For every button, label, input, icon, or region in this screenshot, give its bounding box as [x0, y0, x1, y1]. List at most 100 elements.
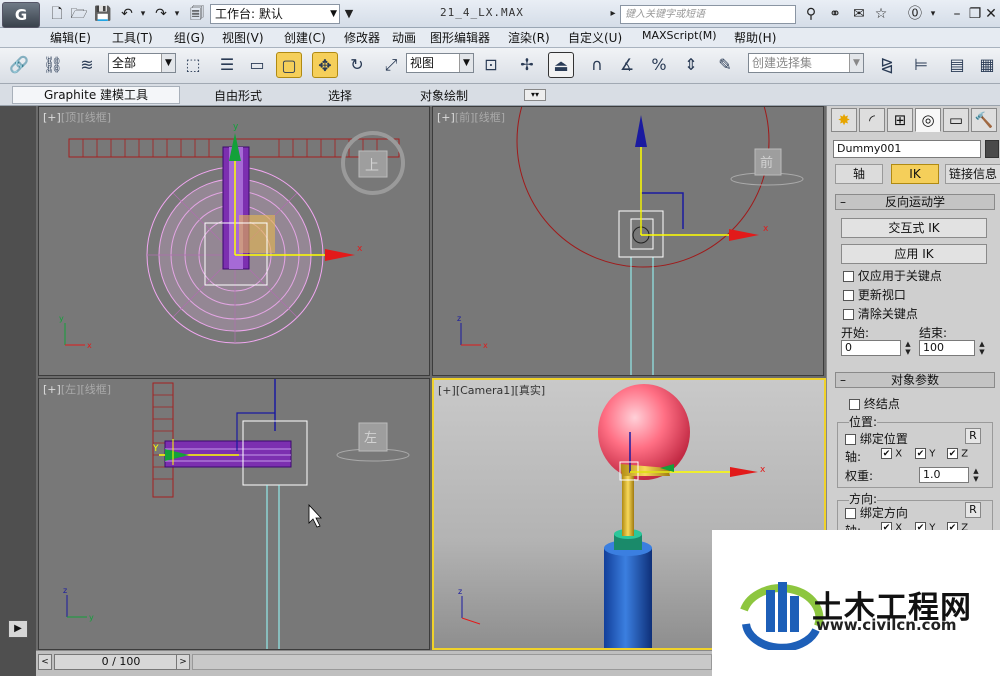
quick-access-dropdown-icon[interactable]: ▼: [340, 5, 358, 23]
ik-rollout-header[interactable]: – 反向运动学: [835, 194, 995, 210]
ribbon-options-icon[interactable]: ▾▾: [524, 89, 546, 101]
unlink-icon[interactable]: ⛓: [40, 52, 66, 78]
select-manipulate-icon[interactable]: ✢: [514, 52, 540, 78]
tab-graphite-modeling[interactable]: Graphite 建模工具: [12, 86, 180, 104]
select-object-icon[interactable]: ⬚: [180, 52, 206, 78]
end-spinner-icon[interactable]: ▲ ▼: [977, 340, 987, 356]
search-input[interactable]: 键入关键字或短语: [620, 5, 796, 24]
snaps-toggle-icon[interactable]: ∩: [584, 52, 610, 78]
help-icon[interactable]: ⓪: [906, 5, 924, 23]
workspace-select[interactable]: 工作台: 默认 ▼: [210, 4, 340, 24]
close-icon[interactable]: ✕: [982, 5, 1000, 23]
subtab-pivot[interactable]: 轴: [835, 164, 883, 184]
minimize-icon[interactable]: –: [948, 5, 966, 23]
viewport-front[interactable]: [+][前][线框] x 前 z x: [432, 106, 824, 376]
only-keys-checkbox[interactable]: [843, 271, 854, 282]
mirror-icon[interactable]: ⧎: [874, 52, 900, 78]
app-logo-button[interactable]: G: [2, 2, 40, 28]
select-by-name-icon[interactable]: ☰: [214, 52, 240, 78]
viewcube-left-label[interactable]: 左: [364, 431, 377, 446]
clear-keys-row[interactable]: 清除关键点: [843, 305, 918, 322]
bind-orientation-r-button[interactable]: R: [965, 502, 981, 518]
tab-object-paint[interactable]: 对象绘制: [420, 87, 468, 104]
undo-dropdown-icon[interactable]: ▾: [134, 5, 152, 23]
project-folder-icon[interactable]: 🗐: [188, 5, 206, 23]
link-icon[interactable]: 🔗: [6, 52, 32, 78]
start-spinner-icon[interactable]: ▲ ▼: [903, 340, 913, 356]
align-icon[interactable]: ⊨: [908, 52, 934, 78]
time-track[interactable]: [192, 654, 712, 670]
pivot-center-icon[interactable]: ⊡: [478, 52, 504, 78]
interactive-ik-button[interactable]: 交互式 IK: [841, 218, 987, 238]
tab-selection[interactable]: 选择: [328, 87, 352, 104]
position-axis-y-checkbox[interactable]: [915, 448, 926, 459]
help-dropdown-icon[interactable]: ▾: [924, 5, 942, 23]
layer-manager-icon[interactable]: ▤: [944, 52, 970, 78]
bind-orientation-row[interactable]: 绑定方向: [845, 504, 908, 521]
select-and-scale-icon[interactable]: ⤢: [378, 52, 404, 78]
spinner-snap-icon[interactable]: ⇕: [678, 52, 704, 78]
menu-edit[interactable]: 编辑(E): [50, 29, 91, 46]
next-frame-icon[interactable]: >: [176, 654, 190, 670]
hierarchy-panel-icon[interactable]: ⊞: [887, 108, 913, 132]
update-viewport-row[interactable]: 更新视口: [843, 286, 906, 303]
menu-modifiers[interactable]: 修改器: [344, 29, 380, 46]
binoculars-icon[interactable]: ⚲: [802, 5, 820, 23]
reference-coordinate-select[interactable]: 视图 ▼: [406, 53, 474, 73]
named-selection-set-select[interactable]: 创建选择集 ▼: [748, 53, 864, 73]
play-expand-icon[interactable]: ▶: [8, 620, 28, 638]
angle-snap-icon[interactable]: ∡: [614, 52, 640, 78]
menu-graph-editors[interactable]: 图形编辑器: [430, 29, 490, 46]
terminator-row[interactable]: 终结点: [849, 395, 900, 412]
menu-customize[interactable]: 自定义(U): [568, 29, 622, 46]
object-color-swatch[interactable]: [985, 140, 999, 158]
select-and-rotate-icon[interactable]: ↻: [344, 52, 370, 78]
only-keys-row[interactable]: 仅应用于关键点: [843, 267, 942, 284]
bind-position-checkbox[interactable]: [845, 434, 856, 445]
position-axis-y[interactable]: Y: [915, 448, 935, 460]
selection-filter-select[interactable]: 全部 ▼: [108, 53, 176, 73]
position-axis-x-checkbox[interactable]: [881, 448, 892, 459]
bind-position-r-button[interactable]: R: [965, 428, 981, 444]
menu-help[interactable]: 帮助(H): [734, 29, 776, 46]
menu-group[interactable]: 组(G): [174, 29, 205, 46]
viewport-top[interactable]: [+][顶][线框] x y 上 y x: [38, 106, 430, 376]
menu-animation[interactable]: 动画: [392, 29, 416, 46]
object-params-rollout-header[interactable]: – 对象参数: [835, 372, 995, 388]
end-frame-input[interactable]: 100: [919, 340, 975, 356]
menu-rendering[interactable]: 渲染(R): [508, 29, 550, 46]
clear-keys-checkbox[interactable]: [843, 309, 854, 320]
object-name-field[interactable]: Dummy001: [833, 140, 981, 158]
tab-freeform[interactable]: 自由形式: [214, 87, 262, 104]
keyboard-shortcut-override-icon[interactable]: ⏏: [548, 52, 574, 78]
update-viewport-checkbox[interactable]: [843, 290, 854, 301]
viewcube-front-label[interactable]: 前: [760, 155, 773, 171]
menu-create[interactable]: 创建(C): [284, 29, 326, 46]
percent-snap-icon[interactable]: %: [646, 52, 672, 78]
weight-input[interactable]: 1.0: [919, 467, 969, 483]
edit-named-selection-icon[interactable]: ✎: [712, 52, 738, 78]
modify-panel-icon[interactable]: ◜: [859, 108, 885, 132]
utilities-panel-icon[interactable]: 🔨: [971, 108, 997, 132]
menu-views[interactable]: 视图(V): [222, 29, 264, 46]
apply-ik-button[interactable]: 应用 IK: [841, 244, 987, 264]
viewcube-top-label[interactable]: 上: [365, 158, 379, 174]
time-slider-thumb[interactable]: 0 / 100: [54, 654, 188, 670]
subscription-icon[interactable]: ⚭: [826, 5, 844, 23]
terminator-checkbox[interactable]: [849, 399, 860, 410]
create-panel-icon[interactable]: ✸: [831, 108, 857, 132]
bind-space-warp-icon[interactable]: ≋: [74, 52, 100, 78]
menu-tools[interactable]: 工具(T): [112, 29, 153, 46]
new-file-icon[interactable]: 🗋: [48, 5, 66, 23]
display-panel-icon[interactable]: ▭: [943, 108, 969, 132]
save-icon[interactable]: 💾: [94, 5, 112, 23]
subtab-ik[interactable]: IK: [891, 164, 939, 184]
window-crossing-icon[interactable]: ▢: [276, 52, 302, 78]
subtab-link-info[interactable]: 链接信息: [945, 164, 1000, 184]
bind-orientation-checkbox[interactable]: [845, 508, 856, 519]
open-folder-icon[interactable]: 🗁: [70, 5, 88, 23]
favorites-star-icon[interactable]: ☆: [872, 5, 890, 23]
motion-panel-icon[interactable]: ◎: [915, 108, 941, 132]
position-axis-x[interactable]: X: [881, 448, 902, 460]
menu-maxscript[interactable]: MAXScript(M): [642, 29, 717, 42]
